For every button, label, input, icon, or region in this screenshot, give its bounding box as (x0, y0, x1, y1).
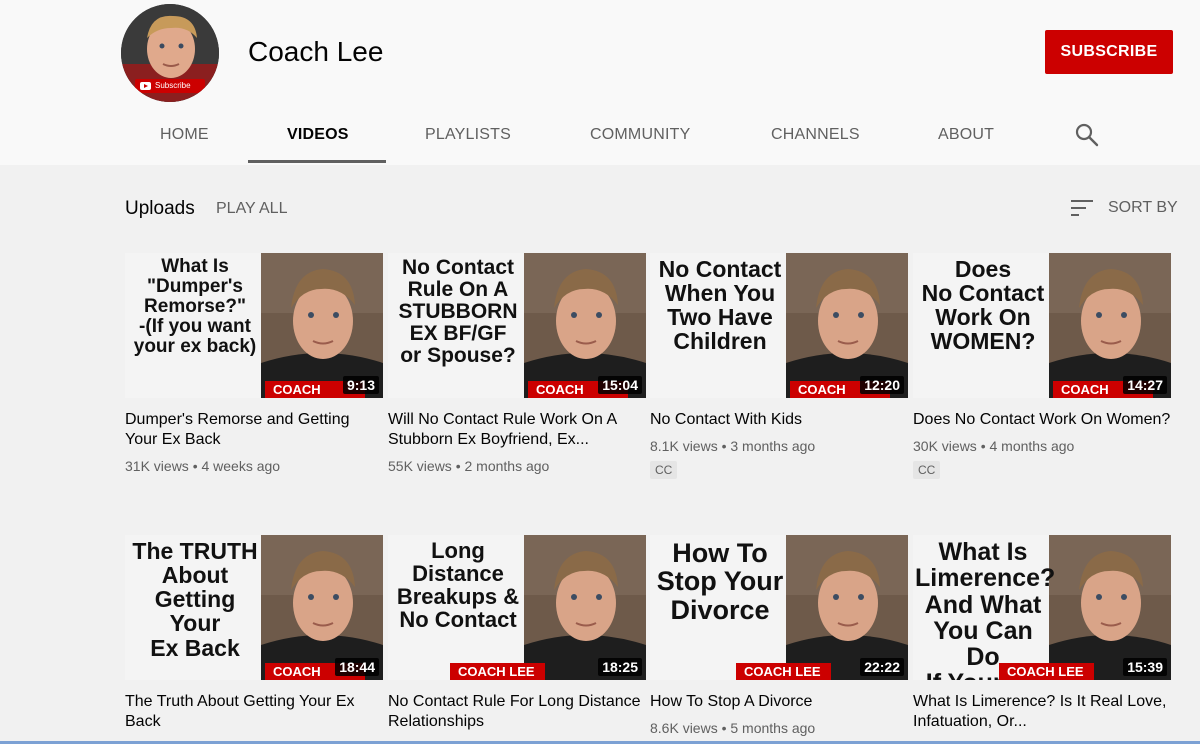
sort-icon[interactable] (1071, 199, 1095, 217)
video-meta: 30K views • 4 months ago (913, 438, 1075, 454)
video-title[interactable]: Will No Contact Rule Work On A Stubborn … (388, 410, 646, 450)
thumbnail-caption: No Contact Rule On A STUBBORN EX BF/GF o… (398, 256, 518, 368)
video-card[interactable]: What Is Limerence? And What You Can Do I… (913, 535, 1171, 732)
video-title[interactable]: Does No Contact Work On Women? (913, 410, 1171, 430)
video-card[interactable]: No Contact Rule On A STUBBORN EX BF/GF o… (388, 253, 646, 474)
thumbnail-caption: What Is Limerence? And What You Can Do I… (915, 538, 1056, 680)
video-duration: 18:44 (335, 658, 379, 676)
avatar-badge-label: Subscribe (155, 81, 191, 90)
video-title[interactable]: No Contact With Kids (650, 410, 908, 430)
channel-name: Coach Lee (248, 36, 384, 67)
thumbnail-caption: The TRUTH About Getting Your Ex Back (132, 538, 258, 661)
video-thumbnail[interactable]: Long Distance Breakups & No Contact COACH… (388, 535, 646, 680)
thumbnail-caption: Does No Contact Work On WOMEN? (921, 256, 1045, 355)
thumbnail-brand-label: COACH LEE (450, 663, 545, 680)
video-meta: 31K views • 4 weeks ago (125, 458, 281, 474)
video-duration: 15:04 (598, 376, 642, 394)
video-title[interactable]: No Contact Rule For Long Distance Relati… (388, 692, 646, 732)
youtube-play-icon (140, 82, 151, 90)
video-thumbnail[interactable]: What Is Limerence? And What You Can Do I… (913, 535, 1171, 680)
active-tab-indicator (248, 160, 386, 163)
video-title[interactable]: The Truth About Getting Your Ex Back (125, 692, 383, 732)
thumbnail-brand-label: COACH LEE (736, 663, 831, 680)
uploads-heading: Uploads (125, 198, 195, 219)
avatar-subscribe-badge: Subscribe (135, 79, 205, 93)
video-thumbnail[interactable]: What Is "Dumper's Remorse?" -(If you wan… (125, 253, 383, 398)
play-all-button[interactable]: PLAY ALL (216, 200, 287, 218)
tab-channels[interactable]: CHANNELS (771, 126, 860, 144)
video-thumbnail[interactable]: No Contact When You Two Have Children COA… (650, 253, 908, 398)
video-duration: 12:20 (860, 376, 904, 394)
video-duration: 18:25 (598, 658, 642, 676)
cc-badge: CC (650, 461, 678, 479)
video-title[interactable]: How To Stop A Divorce (650, 692, 908, 712)
video-meta: 8.1K views • 3 months ago (650, 438, 816, 454)
video-meta: 8.6K views • 5 months ago (650, 720, 816, 736)
video-duration: 22:22 (860, 658, 904, 676)
thumbnail-caption: What Is "Dumper's Remorse?" -(If you wan… (133, 256, 257, 357)
tab-community[interactable]: COMMUNITY (590, 126, 690, 144)
video-card[interactable]: The TRUTH About Getting Your Ex Back COAC… (125, 535, 383, 732)
video-thumbnail[interactable]: How To Stop Your Divorce COACH LEE 22:22 (650, 535, 908, 680)
video-card[interactable]: No Contact When You Two Have Children COA… (650, 253, 908, 479)
cc-badge: CC (913, 461, 941, 479)
video-thumbnail[interactable]: No Contact Rule On A STUBBORN EX BF/GF o… (388, 253, 646, 398)
tab-videos[interactable]: VIDEOS (287, 126, 349, 144)
tab-home[interactable]: HOME (160, 126, 209, 144)
channel-avatar[interactable]: Subscribe (121, 4, 219, 102)
video-thumbnail[interactable]: Does No Contact Work On WOMEN? COACH 14:27 (913, 253, 1171, 398)
video-duration: 15:39 (1123, 658, 1167, 676)
sort-by-button[interactable]: SORT BY (1108, 199, 1178, 217)
tab-about[interactable]: ABOUT (938, 126, 994, 144)
tab-playlists[interactable]: PLAYLISTS (425, 126, 511, 144)
video-card[interactable]: Long Distance Breakups & No Contact COACH… (388, 535, 646, 732)
channel-header: Subscribe Coach Lee SUBSCRIBE HOME VIDEO… (0, 0, 1200, 165)
video-card[interactable]: Does No Contact Work On WOMEN? COACH 14:27… (913, 253, 1171, 479)
video-title[interactable]: What Is Limerence? Is It Real Love, Infa… (913, 692, 1171, 732)
video-card[interactable]: How To Stop Your Divorce COACH LEE 22:22 Ho… (650, 535, 908, 736)
thumbnail-brand-label: COACH LEE (999, 663, 1094, 680)
video-title[interactable]: Dumper's Remorse and Getting Your Ex Bac… (125, 410, 383, 450)
video-meta: 55K views • 2 months ago (388, 458, 550, 474)
thumbnail-caption: How To Stop Your Divorce (656, 538, 784, 625)
video-thumbnail[interactable]: The TRUTH About Getting Your Ex Back COAC… (125, 535, 383, 680)
thumbnail-caption: No Contact When You Two Have Children (658, 256, 782, 355)
video-card[interactable]: What Is "Dumper's Remorse?" -(If you wan… (125, 253, 383, 474)
video-duration: 9:13 (342, 376, 379, 394)
thumbnail-caption: Long Distance Breakups & No Contact (396, 538, 520, 633)
subscribe-button[interactable]: SUBSCRIBE (1045, 30, 1173, 74)
video-duration: 14:27 (1123, 376, 1167, 394)
search-icon[interactable] (1074, 122, 1100, 148)
